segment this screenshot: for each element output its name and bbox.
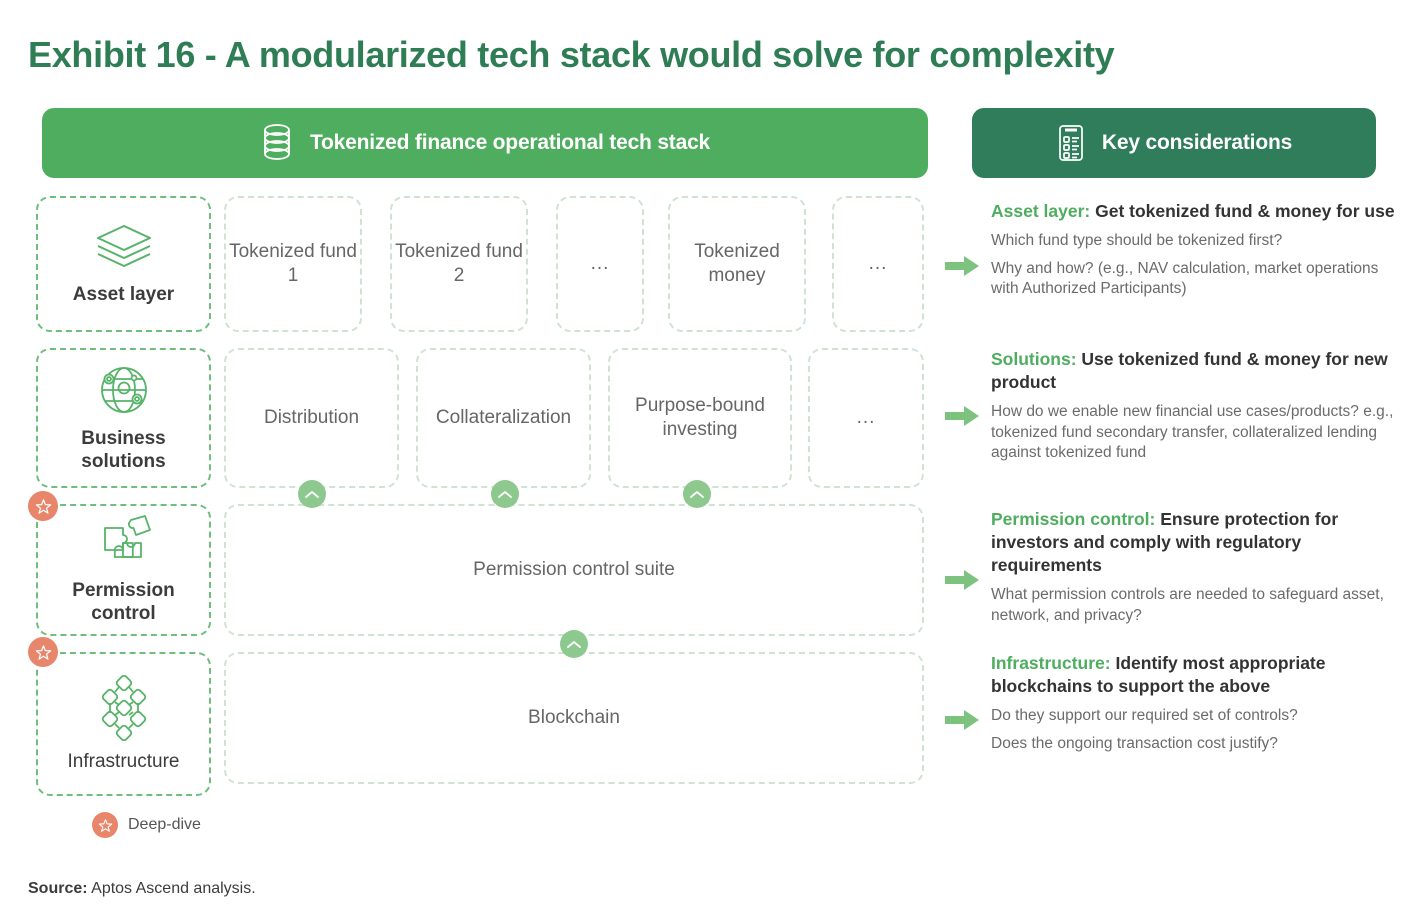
arrow-right-icon <box>945 200 991 307</box>
stack-item-text: Tokenized money <box>694 241 780 286</box>
stack-item-text: ... <box>868 253 888 275</box>
consideration-item: Do they support our required set of cont… <box>991 707 1298 725</box>
source-text: Aptos Ascend analysis. <box>87 880 256 897</box>
globe-network-icon <box>96 362 152 418</box>
star-badge-icon <box>92 812 118 838</box>
consideration-lead: Asset layer: <box>991 201 1091 221</box>
consideration-heading-text: Get tokenized fund & money for use <box>1090 201 1395 221</box>
consideration-block-solutions: Solutions: Use tokenized fund & money fo… <box>945 348 1405 471</box>
key-considerations-header: Key considerations <box>972 108 1376 178</box>
consideration-lead: Solutions: <box>991 349 1077 369</box>
consideration-item: Why and how? (e.g., NAV calculation, mar… <box>991 259 1379 298</box>
chevron-up-icon[interactable] <box>683 480 711 508</box>
stack-item-text: ... <box>590 253 610 275</box>
stack-item-text: ... <box>856 407 876 429</box>
exhibit-page: Exhibit 16 - A modularized tech stack wo… <box>0 0 1426 920</box>
stack-item-tokenized-fund-2[interactable]: Tokenized fund 2 <box>390 196 528 332</box>
consideration-item: Does the ongoing transaction cost justif… <box>991 734 1278 752</box>
stack-item-text: Distribution <box>263 407 360 429</box>
stack-item-asset-ellipsis-2[interactable]: ... <box>832 196 924 332</box>
consideration-block-asset-layer: Asset layer: Get tokenized fund & money … <box>945 200 1405 307</box>
arrow-right-icon <box>945 508 991 634</box>
stack-row-label-text: Asset layer <box>72 283 175 305</box>
stack-item-business-ellipsis[interactable]: ... <box>808 348 924 488</box>
stack-item-text: Tokenized fund 2 <box>395 241 523 286</box>
consideration-item: How do we enable new financial use cases… <box>991 403 1394 462</box>
stack-row-label-infrastructure[interactable]: Infrastructure <box>36 652 211 796</box>
tech-stack-header: Tokenized finance operational tech stack <box>42 108 928 178</box>
stack-row-label-text: Business solutions <box>81 428 166 472</box>
stack-item-text: Blockchain <box>528 707 620 729</box>
stack-row-label-asset-layer[interactable]: Asset layer <box>36 196 211 332</box>
blockchain-nodes-icon <box>95 674 153 741</box>
stack-row-label-text: Infrastructure <box>67 750 180 772</box>
stack-row-label-permission-control[interactable]: Permission control <box>36 504 211 636</box>
consideration-heading: Infrastructure: Identify most appropriat… <box>991 652 1405 698</box>
consideration-heading: Permission control: Ensure protection fo… <box>991 508 1405 577</box>
consideration-item: What permission controls are needed to s… <box>991 586 1384 624</box>
database-icon <box>260 123 294 163</box>
chevron-up-icon[interactable] <box>491 480 519 508</box>
deep-dive-badge-infrastructure[interactable] <box>28 637 58 667</box>
consideration-block-permission-control: Permission control: Ensure protection fo… <box>945 508 1405 634</box>
tech-stack-grid: Asset layer Tokenized fund 1 Tokenized f… <box>28 196 936 796</box>
checklist-icon <box>1056 123 1086 163</box>
consideration-heading: Asset layer: Get tokenized fund & money … <box>991 200 1405 223</box>
stack-item-distribution[interactable]: Distribution <box>224 348 399 488</box>
page-title: Exhibit 16 - A modularized tech stack wo… <box>28 34 1115 75</box>
tech-stack-header-label: Tokenized finance operational tech stack <box>309 131 711 154</box>
stack-row-label-business-solutions[interactable]: Business solutions <box>36 348 211 488</box>
deep-dive-badge-permission-control[interactable] <box>28 491 58 521</box>
arrow-right-icon <box>945 348 991 471</box>
stack-item-tokenized-money[interactable]: Tokenized money <box>668 196 806 332</box>
source-label: Source: <box>28 880 88 897</box>
stack-item-permission-control-suite[interactable]: Permission control suite <box>224 504 924 636</box>
consideration-item: Which fund type should be tokenized firs… <box>991 232 1283 250</box>
puzzle-icon <box>93 514 155 570</box>
stack-item-purpose-bound-investing[interactable]: Purpose-bound investing <box>608 348 792 488</box>
stack-item-text: Collateralization <box>435 407 572 429</box>
layers-icon <box>93 222 155 274</box>
stack-item-text: Tokenized fund 1 <box>229 241 357 286</box>
consideration-lead: Permission control: <box>991 509 1156 529</box>
stack-item-text: Purpose-bound investing <box>635 395 765 440</box>
key-considerations-header-label: Key considerations <box>1101 131 1293 154</box>
chevron-up-icon[interactable] <box>298 480 326 508</box>
arrow-right-icon <box>945 652 991 761</box>
stack-row-label-text: Permission control <box>72 580 175 624</box>
stack-item-text: Permission control suite <box>473 559 675 581</box>
stack-item-collateralization[interactable]: Collateralization <box>416 348 591 488</box>
chevron-up-icon[interactable] <box>560 630 588 658</box>
consideration-lead: Infrastructure: <box>991 653 1111 673</box>
stack-item-tokenized-fund-1[interactable]: Tokenized fund 1 <box>224 196 362 332</box>
stack-item-asset-ellipsis-1[interactable]: ... <box>556 196 644 332</box>
legend-deep-dive: Deep-dive <box>92 812 201 838</box>
source-note: Source: Aptos Ascend analysis. <box>28 880 256 898</box>
consideration-heading: Solutions: Use tokenized fund & money fo… <box>991 348 1405 394</box>
stack-item-blockchain[interactable]: Blockchain <box>224 652 924 784</box>
consideration-block-infrastructure: Infrastructure: Identify most appropriat… <box>945 652 1405 761</box>
legend-label: Deep-dive <box>128 816 201 833</box>
